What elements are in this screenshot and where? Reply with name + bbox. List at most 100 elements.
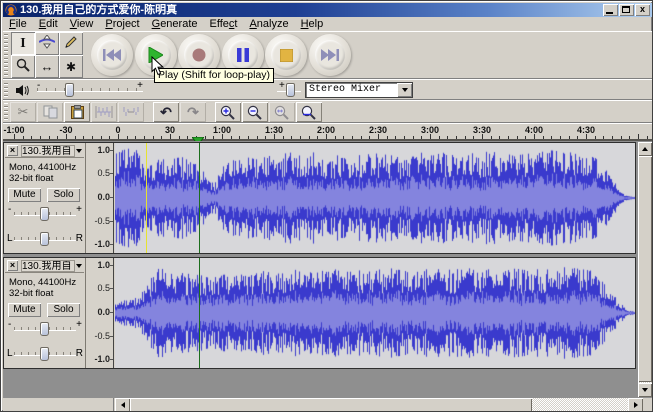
pan-thumb[interactable] bbox=[40, 347, 49, 361]
ruler-tick bbox=[282, 136, 284, 139]
slider-ticks bbox=[37, 88, 143, 91]
paste-button[interactable] bbox=[64, 102, 90, 122]
input-source-select[interactable]: Stereo Mixer bbox=[305, 82, 413, 98]
gain-thumb[interactable] bbox=[40, 322, 49, 336]
menu-bar: File Edit View Project Generate Effect Analyze… bbox=[3, 17, 652, 31]
waveform-display[interactable] bbox=[115, 143, 635, 253]
horizontal-scroll-thumb[interactable] bbox=[130, 398, 532, 411]
ruler-tick bbox=[629, 136, 631, 139]
undo-button[interactable]: ↶ bbox=[153, 102, 179, 122]
track-menu-button[interactable] bbox=[76, 148, 82, 153]
ruler-tick bbox=[144, 136, 145, 139]
toolbar-grip[interactable] bbox=[4, 103, 8, 120]
waveform-canvas[interactable] bbox=[115, 258, 635, 368]
menu-file[interactable]: File bbox=[3, 18, 33, 31]
multi-tool[interactable]: ✱ bbox=[59, 55, 83, 78]
playback-cursor-line bbox=[199, 258, 200, 368]
output-volume-thumb[interactable] bbox=[65, 83, 74, 97]
ruler-label: 4:30 bbox=[576, 125, 596, 135]
waveform-canvas[interactable] bbox=[115, 143, 635, 253]
ruler-tick bbox=[334, 136, 336, 139]
timeline-ruler[interactable]: -1:00 -30 0 30 1:00 1:30 2:00 2:30 3:00 3:30 4:00 4… bbox=[3, 123, 652, 146]
vertical-scrollbar[interactable] bbox=[638, 142, 652, 397]
zoom-in-button[interactable] bbox=[215, 102, 241, 122]
pan-left-label: L bbox=[7, 233, 13, 244]
time-shift-tool[interactable]: ↔ bbox=[35, 55, 59, 78]
input-volume-thumb[interactable] bbox=[286, 83, 295, 97]
menu-analyze[interactable]: Analyze bbox=[243, 18, 294, 31]
minimize-button[interactable] bbox=[603, 4, 618, 16]
menu-help[interactable]: Help bbox=[295, 18, 330, 31]
menu-view[interactable]: View bbox=[64, 18, 100, 31]
zoom-tool[interactable] bbox=[11, 55, 35, 78]
pan-thumb[interactable] bbox=[40, 232, 49, 246]
scroll-right-button[interactable] bbox=[628, 398, 643, 411]
cut-button[interactable]: ✂ bbox=[10, 102, 36, 122]
track-depth-label: 32-bit float bbox=[9, 288, 54, 299]
maximize-button[interactable] bbox=[619, 4, 634, 16]
redo-icon: ↷ bbox=[187, 103, 199, 120]
draw-tool[interactable] bbox=[59, 32, 83, 55]
edit-toolbar: ✂ ↶ ↷ bbox=[3, 100, 652, 123]
menu-edit[interactable]: Edit bbox=[33, 18, 64, 31]
mute-button[interactable]: Mute bbox=[8, 188, 41, 202]
redo-button[interactable]: ↷ bbox=[180, 102, 206, 122]
ruler-label: 3:00 bbox=[420, 125, 440, 135]
title-bar[interactable]: 130.我用自己的方式爱你-陈明真 x bbox=[3, 3, 652, 17]
fit-selection-button[interactable] bbox=[269, 102, 295, 122]
ruler-tick bbox=[360, 136, 362, 139]
toolbar-grip[interactable] bbox=[4, 34, 8, 76]
ruler-tick bbox=[421, 136, 423, 139]
horizontal-scrollbar[interactable] bbox=[3, 398, 652, 411]
zoom-out-button[interactable] bbox=[242, 102, 268, 122]
track-control-panel: × 130.我用自 Mono, 44100Hz 32-bit float Mute Sol… bbox=[4, 258, 86, 368]
vruler-label: -1.0 bbox=[94, 354, 110, 364]
input-volume-slider[interactable]: + bbox=[277, 80, 301, 97]
scroll-left-button[interactable] bbox=[115, 398, 130, 411]
trim-outside-selection-button[interactable] bbox=[91, 102, 117, 122]
silence-selection-button[interactable] bbox=[118, 102, 144, 122]
track-title-bar[interactable]: × 130.我用自 bbox=[5, 259, 84, 273]
envelope-tool[interactable] bbox=[35, 32, 59, 55]
skip-to-start-button[interactable] bbox=[91, 34, 133, 76]
toolbar-grip[interactable] bbox=[4, 82, 8, 97]
waveform-display[interactable] bbox=[115, 258, 635, 368]
copy-button[interactable] bbox=[37, 102, 63, 122]
ruler-label: 2:00 bbox=[316, 125, 336, 135]
vertical-scroll-thumb[interactable] bbox=[638, 156, 652, 382]
mute-button[interactable]: Mute bbox=[8, 303, 41, 317]
track-title-bar[interactable]: × 130.我用自 bbox=[5, 144, 84, 158]
vertical-ruler: 1.0 0.5 0.0 -0.5 -1.0 bbox=[87, 258, 114, 368]
scroll-down-button[interactable] bbox=[638, 383, 652, 397]
combo-dropdown-button[interactable] bbox=[397, 83, 412, 97]
zoom-in-icon bbox=[220, 105, 236, 120]
output-volume-slider[interactable]: - + bbox=[37, 80, 143, 97]
fit-project-button[interactable] bbox=[296, 102, 322, 122]
ruler-tick bbox=[646, 136, 648, 139]
ruler-tick bbox=[22, 136, 24, 139]
solo-button[interactable]: Solo bbox=[47, 303, 80, 317]
track-menu-button[interactable] bbox=[76, 263, 82, 268]
menu-generate[interactable]: Generate bbox=[146, 18, 204, 31]
scroll-up-button[interactable] bbox=[638, 142, 652, 156]
ruler-tick bbox=[230, 136, 232, 139]
gain-slider[interactable]: - + bbox=[8, 319, 82, 336]
pause-button-face bbox=[227, 40, 258, 70]
app-icon bbox=[5, 4, 17, 16]
gain-thumb[interactable] bbox=[40, 207, 49, 221]
solo-button[interactable]: Solo bbox=[47, 188, 80, 202]
playback-cursor-line bbox=[146, 143, 147, 253]
track-close-button[interactable]: × bbox=[7, 145, 18, 156]
pan-slider[interactable]: LR bbox=[7, 232, 83, 246]
menu-effect[interactable]: Effect bbox=[204, 18, 244, 31]
menu-project[interactable]: Project bbox=[99, 18, 145, 31]
close-button[interactable]: x bbox=[635, 4, 650, 16]
track-close-button[interactable]: × bbox=[7, 260, 18, 271]
selection-tool[interactable]: I bbox=[11, 32, 35, 55]
zoom-out-icon bbox=[247, 105, 263, 120]
gain-slider[interactable]: - + bbox=[8, 204, 82, 221]
pan-slider[interactable]: LR bbox=[7, 347, 83, 361]
skip-to-end-button[interactable] bbox=[308, 34, 351, 76]
ruler-tick bbox=[343, 136, 345, 139]
undo-icon: ↶ bbox=[160, 103, 172, 120]
